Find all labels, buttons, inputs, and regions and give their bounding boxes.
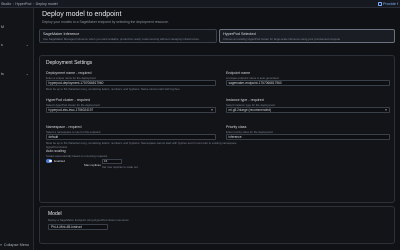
auto-scaling-label: Auto scaling [46,149,66,153]
section-title: Model [48,211,62,217]
auto-scaling-toggle[interactable] [46,159,52,163]
breadcrumb-item-hyperpod[interactable]: HyperPod [15,2,31,6]
auto-scaling-desc: Scales automatically based on incoming r… [46,154,108,158]
tile-sagemaker-inference[interactable]: SageMaker Inference Use SageMaker Manage… [39,29,217,43]
instance-type-select-value: ml.g5.2xlarge (recommended) [228,108,272,112]
sidebar: M s ⌄ ts ⌄ « Collapse Menu [0,8,34,250]
max-replicas-hint: Set max replicas to scale out [102,165,138,169]
namespace-input[interactable]: default [46,134,216,140]
chevron-down-icon[interactable]: ⌄ [26,71,29,76]
priority-class-input[interactable]: inference [226,134,390,140]
deployment-settings-panel: Deployment Settings Deployment name - re… [39,55,395,203]
priority-class-label: Priority class [226,125,247,129]
sidebar-item-3[interactable]: ts [1,72,4,76]
instance-type-select[interactable]: ml.g5.2xlarge (recommended) ▼ [226,107,390,113]
collapse-menu-label: Collapse Menu [3,242,30,247]
breadcrumb-item-deploy-model: Deploy model [35,1,58,6]
endpoint-name-input[interactable]: sagemaker-endpoint-1757066817960 [226,80,390,86]
tile-description: Use SageMaker Managed Inference when you… [43,37,200,41]
model-panel: Model Deploy a SageMaker Endpoint using … [39,206,395,244]
deployment-name-input[interactable]: hyperpod-deployment-1757066817960 [46,80,216,86]
namespace-hint: Must be up to 63 characters long, contai… [46,141,237,145]
namespace-label: Namespace - required [46,125,82,129]
chevron-down-icon[interactable]: ⌄ [26,42,29,47]
deployment-name-label: Deployment name - required [46,71,92,75]
instance-type-label: Instance type - required [226,98,264,102]
deployment-name-hint: Must be up to 63 characters long, contai… [46,87,181,91]
top-bar: Studio › HyperPod › Deploy model Provide… [0,0,400,8]
tile-title: SageMaker Inference [43,31,80,36]
section-title: Deployment Settings [46,60,93,66]
sidebar-item-1[interactable]: M [1,25,4,29]
max-replicas-label: Max replicas [84,163,101,167]
tile-title: HyperPod Selected [223,31,256,36]
page-subtitle: Deploy your models to a SageMaker endpoi… [42,19,169,24]
cluster-select[interactable]: hyperpod-eks-bwc-1756024197 ▼ [46,107,216,113]
cluster-label: HyperPod cluster - required [46,98,90,102]
caret-down-icon: ▼ [384,108,388,112]
caret-down-icon: ▼ [210,108,214,112]
breadcrumb: Studio › HyperPod › Deploy model [0,2,58,6]
feedback-icon [377,1,382,6]
model-desc: Deploy a SageMaker Endpoint using HyperP… [48,218,129,222]
breadcrumb-item-studio[interactable]: Studio [1,2,11,6]
sidebar-item-2[interactable]: s [1,43,3,47]
chevron-right-icon: › [32,1,35,6]
tile-description: Choose an existing HyperPod cluster for … [223,37,341,41]
max-replicas-input[interactable]: 16 [102,159,122,164]
feedback-link[interactable]: Provide f [377,1,398,6]
model-input[interactable]: Phi-4-Mini-4B-Instruct [48,224,108,230]
endpoint-name-label: Endpoint name [226,71,251,75]
tile-hyperpod[interactable]: HyperPod Selected Choose an existing Hyp… [219,29,395,43]
collapse-menu-button[interactable]: « Collapse Menu [0,242,29,247]
chevron-right-icon: › [12,1,14,6]
chevron-left-icon: « [0,242,3,247]
feedback-link-label: Provide f [383,1,398,6]
cluster-select-value: hyperpod-eks-bwc-1756024197 [48,108,94,112]
enabled-label: Enabled [54,159,66,163]
toggle-switch[interactable] [46,159,52,163]
page-title: Deploy model to endpoint [42,11,122,18]
main-content: Deploy model to endpoint Deploy your mod… [34,8,400,250]
